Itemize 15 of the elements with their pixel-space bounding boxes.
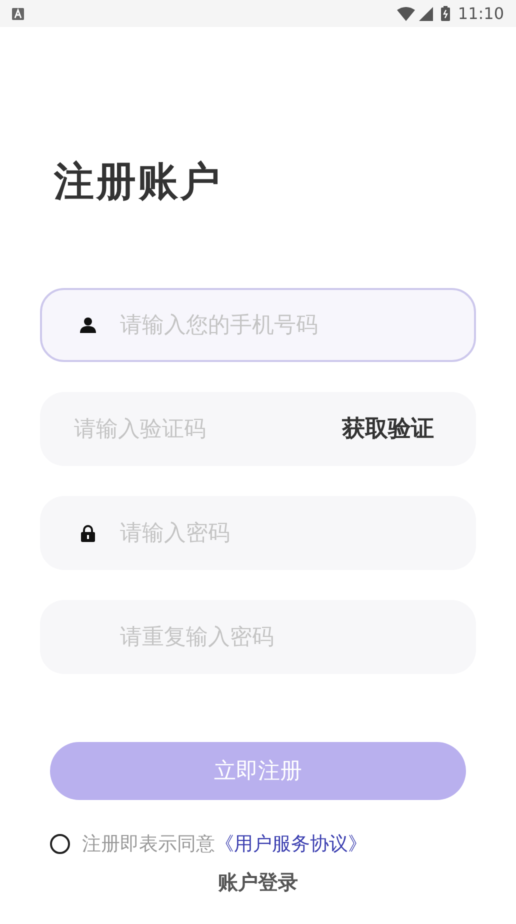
wifi-icon bbox=[396, 6, 415, 20]
agreement-text: 注册即表示同意 bbox=[82, 832, 215, 857]
lock-icon bbox=[81, 524, 95, 542]
page-title: 注册账户 bbox=[54, 162, 222, 202]
agreement-checkbox[interactable] bbox=[50, 834, 70, 854]
person-icon bbox=[80, 317, 96, 333]
agreement-link[interactable]: 《用户服务协议》 bbox=[215, 830, 367, 858]
notification-icon bbox=[12, 8, 24, 20]
battery-icon bbox=[440, 6, 450, 21]
phone-field[interactable]: 请输入您的手机号码 bbox=[120, 308, 474, 342]
clock: 11:10 bbox=[458, 2, 504, 24]
get-code-button[interactable]: 获取验证 bbox=[342, 412, 434, 446]
signal-icon bbox=[418, 6, 433, 20]
login-link[interactable]: 账户登录 bbox=[218, 866, 298, 896]
phone-field[interactable]: 请输入您的手机号码 bbox=[40, 288, 476, 362]
